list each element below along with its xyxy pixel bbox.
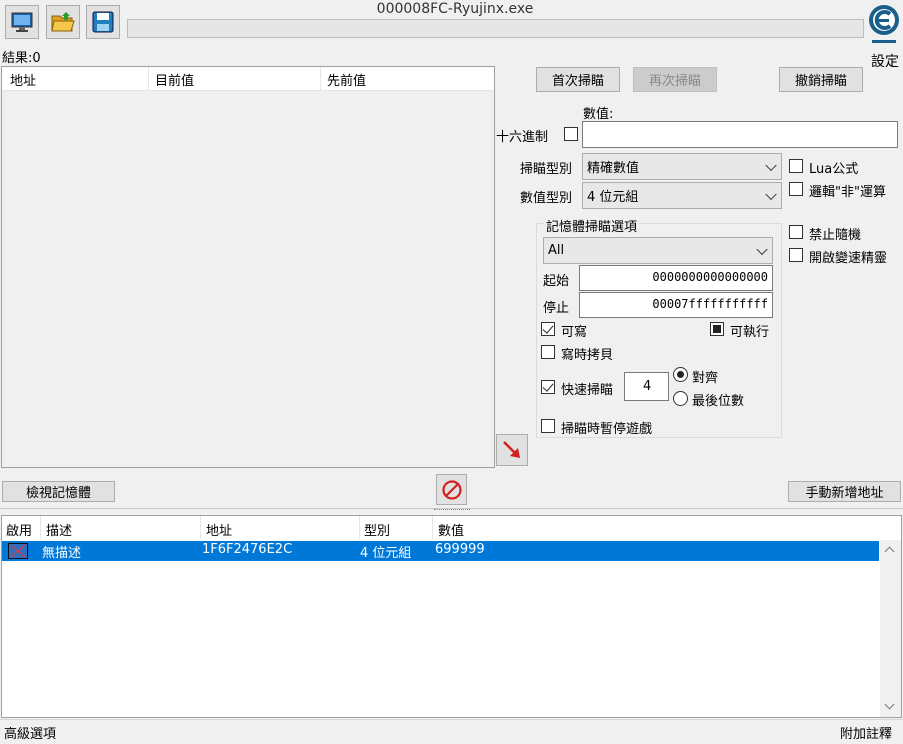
copy-on-write-checkbox[interactable] bbox=[541, 345, 555, 359]
address-list-scrollbar[interactable] bbox=[880, 540, 901, 717]
col-divider bbox=[200, 516, 201, 539]
col-type[interactable]: 型別 bbox=[364, 520, 390, 539]
lua-formula-label: Lua公式 bbox=[809, 162, 859, 177]
add-to-list-button[interactable] bbox=[496, 434, 528, 466]
scan-type-value: 精確數值 bbox=[587, 161, 640, 176]
not-logic-label: 邏輯"非"運算 bbox=[809, 185, 886, 200]
memory-region-select[interactable]: All bbox=[543, 237, 773, 264]
value-label: 數值: bbox=[583, 107, 614, 122]
row-value: 699999 bbox=[435, 542, 485, 557]
alignment-radio[interactable] bbox=[673, 367, 688, 382]
speedhack-label: 開啟變速精靈 bbox=[809, 251, 888, 266]
save-button[interactable] bbox=[86, 5, 120, 39]
pause-game-label: 掃瞄時暫停遊戲 bbox=[561, 422, 653, 437]
view-memory-button[interactable]: 檢視記憶體 bbox=[2, 481, 115, 502]
row-type: 4 位元組 bbox=[360, 546, 412, 561]
hex-label: 十六進制 bbox=[496, 130, 549, 145]
cheat-engine-logo-icon bbox=[869, 5, 899, 43]
splitter-grip bbox=[434, 509, 470, 512]
value-input[interactable] bbox=[582, 121, 898, 148]
last-digits-radio[interactable] bbox=[673, 391, 688, 406]
scan-type-select[interactable]: 精確數值 bbox=[582, 153, 782, 180]
value-type-select[interactable]: 4 位元組 bbox=[582, 182, 782, 209]
fast-scan-label: 快速掃瞄 bbox=[561, 383, 614, 398]
fast-scan-input[interactable]: 4 bbox=[624, 372, 669, 401]
last-digits-label: 最後位數 bbox=[692, 394, 745, 409]
writable-label: 可寫 bbox=[561, 325, 588, 340]
folder-open-icon bbox=[51, 12, 75, 32]
no-random-label: 禁止隨機 bbox=[809, 228, 862, 243]
results-list[interactable]: 地址 目前值 先前值 bbox=[1, 66, 495, 468]
chevron-down-icon bbox=[765, 159, 777, 171]
red-arrow-icon bbox=[503, 441, 520, 458]
no-random-checkbox[interactable] bbox=[789, 225, 803, 239]
scroll-down-icon[interactable] bbox=[884, 699, 895, 710]
alignment-label: 對齊 bbox=[692, 371, 719, 386]
executable-checkbox[interactable] bbox=[710, 322, 724, 336]
memory-options-title: 記憶體掃瞄選項 bbox=[544, 216, 640, 235]
col-value[interactable]: 數值 bbox=[438, 520, 464, 539]
no-entry-icon bbox=[441, 479, 462, 500]
copy-on-write-label: 寫時拷貝 bbox=[561, 348, 614, 363]
start-label: 起始 bbox=[543, 274, 570, 289]
undo-scan-button[interactable]: 撤銷掃瞄 bbox=[779, 67, 863, 92]
table-comments-link[interactable]: 附加註釋 bbox=[840, 723, 892, 742]
speedhack-checkbox[interactable] bbox=[789, 248, 803, 262]
lua-formula-checkbox[interactable] bbox=[789, 159, 803, 173]
row-description: 無描述 bbox=[42, 546, 82, 561]
chevron-down-icon bbox=[756, 243, 768, 255]
col-address[interactable]: 地址 bbox=[206, 520, 232, 539]
clear-list-button[interactable] bbox=[436, 474, 467, 505]
open-file-button[interactable] bbox=[46, 5, 80, 39]
add-address-button[interactable]: 手動新增地址 bbox=[788, 481, 901, 502]
col-divider bbox=[148, 67, 149, 91]
writable-checkbox[interactable] bbox=[541, 322, 555, 336]
address-list-header: 啟用 描述 地址 型別 數值 bbox=[2, 516, 901, 539]
fast-scan-checkbox[interactable] bbox=[541, 380, 555, 394]
value-type-label: 數值型別 bbox=[520, 191, 573, 206]
unchecked-x-icon bbox=[10, 544, 26, 558]
pause-game-checkbox[interactable] bbox=[541, 419, 555, 433]
floppy-disk-icon bbox=[92, 11, 114, 33]
col-active[interactable]: 啟用 bbox=[6, 520, 32, 539]
not-logic-checkbox[interactable] bbox=[789, 182, 803, 196]
open-process-button[interactable] bbox=[5, 5, 39, 39]
stop-address-input[interactable]: 00007fffffffffff bbox=[579, 292, 773, 318]
hex-checkbox[interactable] bbox=[564, 127, 578, 141]
next-scan-button[interactable]: 再次掃瞄 bbox=[633, 67, 717, 92]
results-col-address[interactable]: 地址 bbox=[10, 70, 36, 89]
chevron-down-icon bbox=[765, 188, 777, 200]
col-divider bbox=[359, 516, 360, 539]
results-col-current[interactable]: 目前值 bbox=[155, 70, 194, 89]
col-divider bbox=[40, 516, 41, 539]
active-checkbox[interactable] bbox=[8, 543, 28, 559]
stop-label: 停止 bbox=[543, 301, 570, 316]
cheat-engine-logo[interactable] bbox=[866, 0, 902, 50]
col-divider bbox=[432, 516, 433, 539]
results-count: 結果:0 bbox=[2, 51, 41, 66]
col-description[interactable]: 描述 bbox=[46, 520, 72, 539]
results-header: 地址 目前值 先前值 bbox=[2, 67, 494, 91]
advanced-options-link[interactable]: 高級選項 bbox=[4, 723, 56, 742]
window-title: 000008FC-Ryujinx.exe bbox=[376, 1, 534, 17]
table-row[interactable]: 無描述 1F6F2476E2C 4 位元組 699999 bbox=[2, 541, 879, 561]
scroll-up-icon[interactable] bbox=[884, 546, 895, 557]
scan-type-label: 掃瞄型別 bbox=[520, 162, 573, 177]
memory-region-value: All bbox=[548, 243, 565, 258]
monitor-icon bbox=[11, 12, 33, 32]
start-address-input[interactable]: 0000000000000000 bbox=[579, 265, 773, 291]
executable-label: 可執行 bbox=[730, 325, 770, 340]
status-bar bbox=[0, 719, 903, 744]
settings-label[interactable]: 設定 bbox=[871, 51, 899, 71]
col-divider bbox=[320, 67, 321, 91]
value-type-value: 4 位元組 bbox=[587, 190, 639, 205]
results-col-previous[interactable]: 先前值 bbox=[327, 70, 366, 89]
scan-progress-bar bbox=[127, 19, 864, 38]
row-address: 1F6F2476E2C bbox=[202, 542, 293, 557]
first-scan-button[interactable]: 首次掃瞄 bbox=[536, 67, 620, 92]
